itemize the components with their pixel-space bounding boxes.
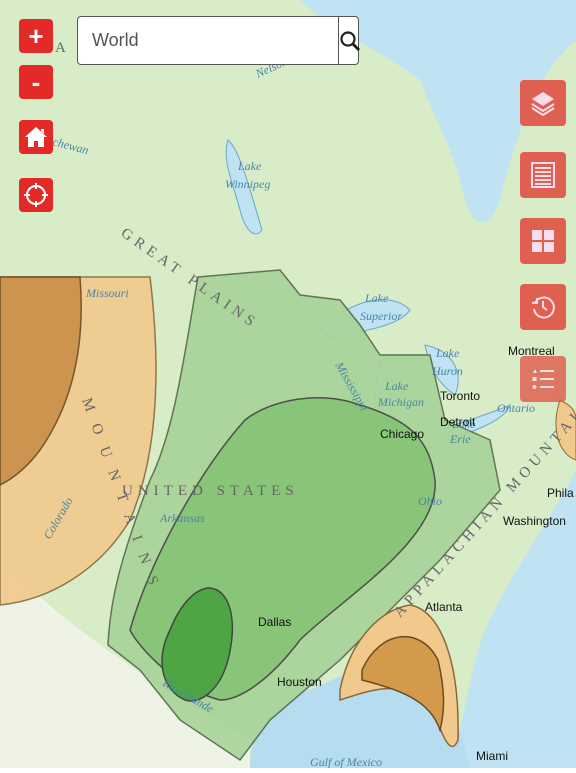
label-saskatchewan: chewan	[51, 134, 90, 157]
city-atlanta: Atlanta	[425, 600, 463, 614]
label-lake-superior-1: Lake	[364, 291, 389, 305]
city-miami: Miami	[476, 749, 508, 763]
basemap-grid-icon	[532, 230, 554, 252]
label-lake-ontario: Ontario	[497, 401, 535, 415]
list-button[interactable]	[520, 152, 566, 198]
city-chicago: Chicago	[380, 427, 424, 441]
label-arkansas: Arkansas	[159, 511, 205, 525]
home-icon	[25, 127, 47, 147]
label-lake-winnipeg-1: Lake	[237, 159, 262, 173]
label-ohio: Ohio	[418, 494, 442, 508]
label-lake-michigan-1: Lake	[384, 379, 409, 393]
legend-button[interactable]	[520, 356, 566, 402]
label-gulf-of-mexico: Gulf of Mexico	[310, 755, 382, 768]
basemap-gallery-button[interactable]	[520, 218, 566, 264]
zoom-out-icon: -	[31, 66, 41, 97]
search-bar	[77, 16, 361, 65]
city-houston: Houston	[277, 675, 322, 689]
map-canvas[interactable]: A N Nelson chewan Lake Winnipeg GREAT PL…	[0, 0, 576, 769]
label-lake-huron-1: Lake	[435, 346, 460, 360]
zoom-in-button[interactable]: +	[19, 19, 53, 53]
city-toronto: Toronto	[440, 389, 480, 403]
list-icon	[531, 162, 555, 188]
label-lake-michigan-2: Michigan	[377, 395, 424, 409]
home-button[interactable]	[19, 120, 53, 154]
legend-icon	[532, 369, 554, 389]
city-dallas: Dallas	[258, 615, 291, 629]
label-lake-erie-2: Erie	[449, 432, 471, 446]
zoom-in-icon: +	[28, 20, 44, 51]
city-philadelphia: Phila	[547, 486, 574, 500]
layers-button[interactable]	[520, 80, 566, 126]
city-detroit: Detroit	[440, 415, 476, 429]
label-missouri: Missouri	[85, 286, 129, 300]
layers-icon	[531, 92, 555, 116]
search-input[interactable]	[78, 17, 338, 64]
basemap: A N Nelson chewan Lake Winnipeg GREAT PL…	[0, 0, 576, 769]
search-icon	[340, 30, 361, 51]
history-button[interactable]	[520, 284, 566, 330]
label-lake-superior-2: Superior	[360, 309, 402, 323]
city-washington: Washington	[503, 514, 566, 528]
zoom-out-button[interactable]: -	[19, 65, 53, 99]
locate-button[interactable]	[19, 178, 53, 212]
history-icon	[532, 296, 555, 319]
locate-icon	[24, 183, 48, 207]
search-button[interactable]	[338, 17, 361, 64]
label-united-states: UNITED STATES	[122, 483, 299, 499]
label-lake-winnipeg-2: Winnipeg	[225, 177, 270, 191]
label-lake-huron-2: Huron	[431, 364, 463, 378]
